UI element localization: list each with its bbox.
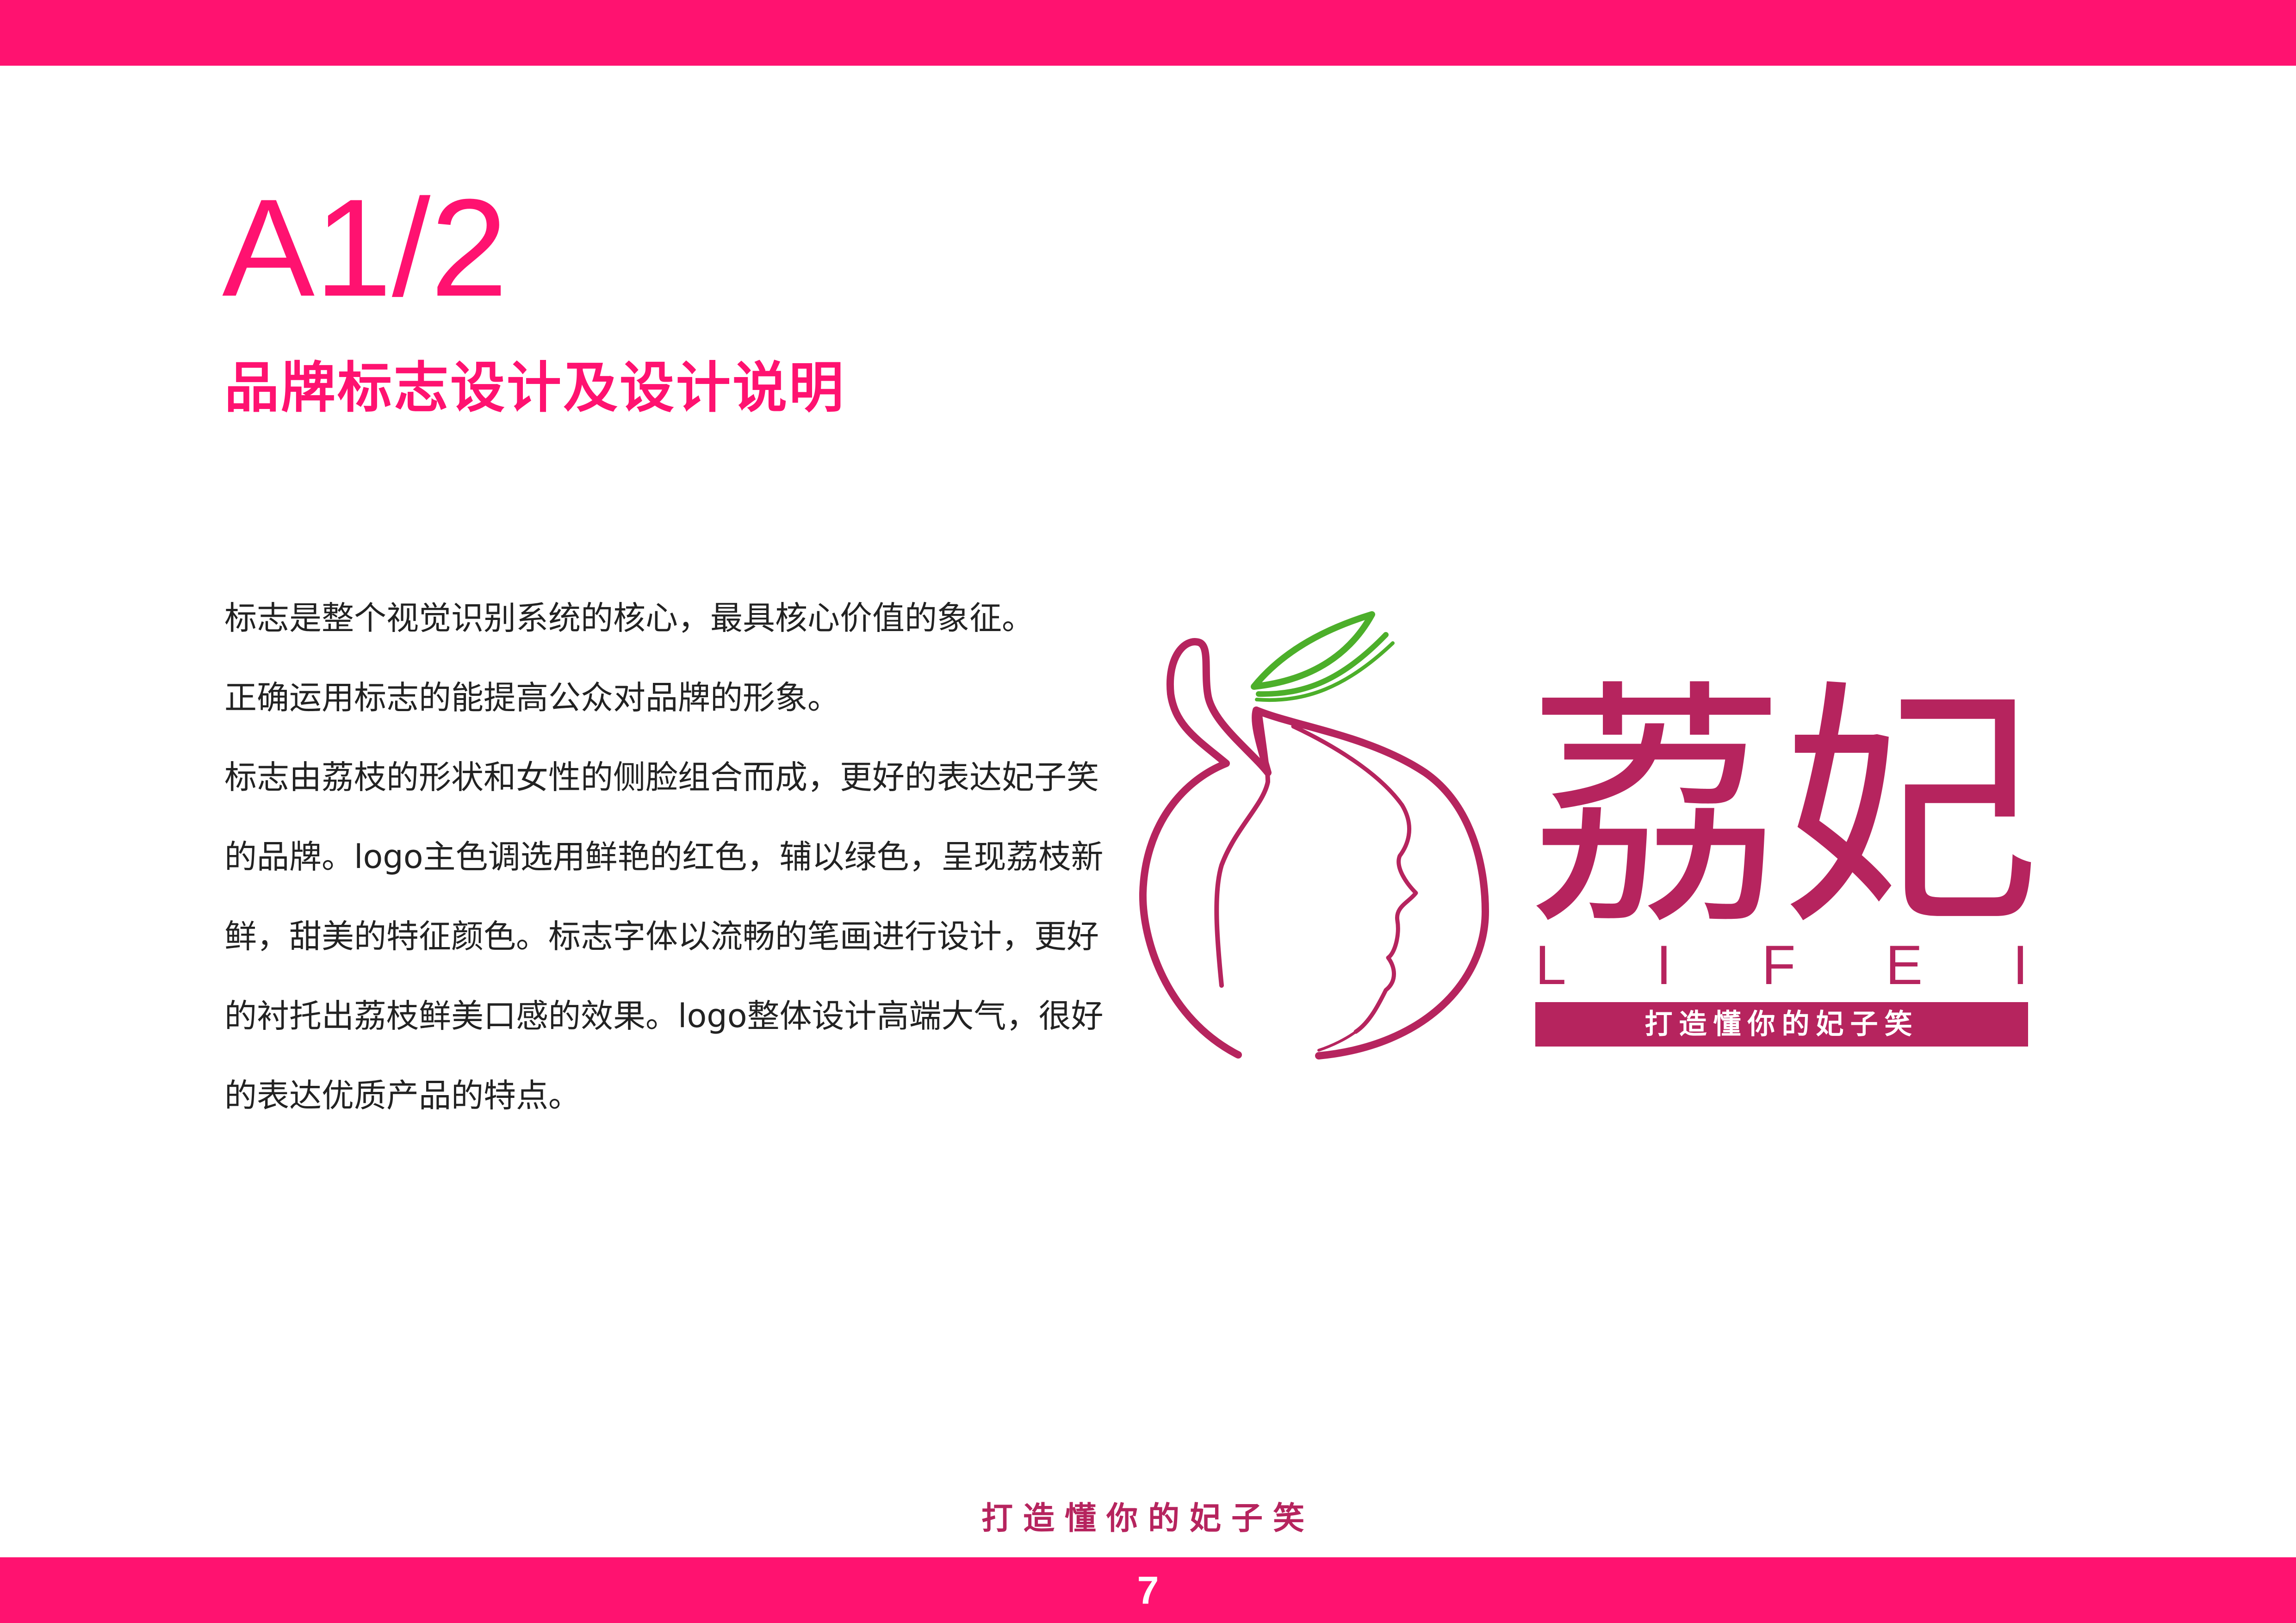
- logo-latin-letter: E: [1886, 934, 1923, 996]
- description-line: 的表达优质产品的特点。: [224, 1077, 581, 1115]
- description-line: 鲜，甜美的特征颜色。标志字体以流畅的笔画进行设计，更好: [224, 917, 1099, 955]
- top-accent-bar: [0, 0, 2296, 66]
- logo-tagline: 打造懂你的妃子笑: [1535, 1002, 2028, 1047]
- description-line: 标志是整个视觉识别系统的核心，最具核心价值的象征。: [224, 599, 1034, 637]
- logo-latin-letter: L: [1535, 934, 1566, 996]
- logo-latin-name: L I F E I: [1535, 937, 2028, 993]
- description-text: 标志是整个视觉识别系统的核心，最具核心价值的象征。 正确运用标志的能提高公众对品…: [224, 578, 1113, 1135]
- description-line: 的品牌。logo主色调选用鲜艳的红色，辅以绿色，呈现荔枝新: [224, 838, 1104, 876]
- lychee-face-leaf-icon: [1129, 588, 1508, 1069]
- logo-latin-letter: I: [1656, 934, 1672, 996]
- leaf-icon: [1251, 611, 1395, 702]
- description-line: 标志由荔枝的形状和女性的侧脸组合而成，更好的表达妃子笑: [224, 758, 1099, 796]
- description-line: 的衬托出荔枝鲜美口感的效果。logo整体设计高端大气，很好: [224, 997, 1104, 1035]
- page-number: 7: [1137, 1568, 1159, 1612]
- logo-latin-letter: F: [1762, 934, 1796, 996]
- description-line: 正确运用标志的能提高公众对品牌的形象。: [224, 679, 840, 717]
- footer-slogan: 打造懂你的妃子笑: [981, 1500, 1315, 1537]
- section-code: A1/2: [222, 170, 508, 325]
- logo-latin-letter: I: [2012, 934, 2028, 996]
- logo-chinese-name: 荔妃: [1527, 659, 2041, 960]
- section-title: 品牌标志设计及设计说明: [224, 356, 846, 420]
